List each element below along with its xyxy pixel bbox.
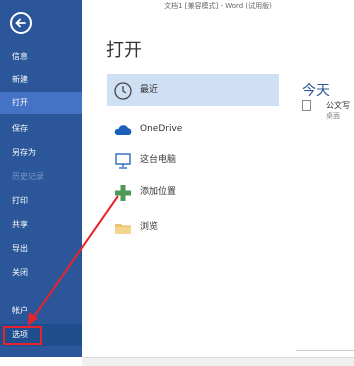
location-label: 添加位置: [140, 187, 177, 197]
nav-close[interactable]: 关闭: [0, 262, 82, 284]
recent-document-path: 桌面: [326, 112, 340, 120]
window-title: 文档1 [兼容模式] - Word (试用版): [164, 2, 272, 10]
cloud-icon: [114, 125, 132, 135]
location-label: 这台电脑: [140, 155, 177, 165]
nav-share[interactable]: 共享: [0, 214, 82, 236]
back-arrow-icon: [15, 18, 26, 28]
clock-icon: [114, 82, 132, 100]
location-label: OneDrive: [140, 124, 183, 134]
location-onedrive[interactable]: OneDrive: [107, 113, 279, 145]
location-browse[interactable]: 浏览: [107, 211, 279, 243]
nav-print[interactable]: 打印: [0, 190, 82, 212]
divider: [296, 350, 354, 351]
nav-history: 历史记录: [12, 172, 44, 181]
document-icon: [302, 100, 311, 111]
nav-export[interactable]: 导出: [0, 238, 82, 260]
recent-document[interactable]: 公文写 桌面: [302, 100, 354, 122]
nav-save[interactable]: 保存: [0, 118, 82, 140]
location-label: 浏览: [140, 222, 159, 232]
backstage-sidebar: 信息 新建 打开 保存 另存为 历史记录 打印 共享 导出 关闭 帐户 选项: [0, 0, 82, 357]
computer-icon: [115, 153, 131, 169]
location-this-pc[interactable]: 这台电脑: [107, 144, 279, 176]
page-title: 打开: [106, 40, 142, 61]
options-highlight-annotation: [3, 326, 42, 345]
nav-info[interactable]: 信息: [0, 46, 82, 68]
location-add-place[interactable]: 添加位置: [107, 176, 279, 208]
nav-open[interactable]: 打开: [0, 92, 82, 114]
recent-document-name: 公文写: [326, 101, 350, 110]
nav-account[interactable]: 帐户: [0, 300, 82, 322]
recent-group-title: 今天: [302, 83, 330, 99]
folder-icon: [115, 224, 131, 234]
back-button[interactable]: [10, 12, 32, 34]
nav-new[interactable]: 新建: [0, 69, 82, 91]
plus-icon: [115, 185, 131, 201]
location-label: 最近: [140, 85, 159, 95]
location-recent[interactable]: 最近: [107, 74, 279, 106]
nav-save-as[interactable]: 另存为: [0, 142, 82, 164]
